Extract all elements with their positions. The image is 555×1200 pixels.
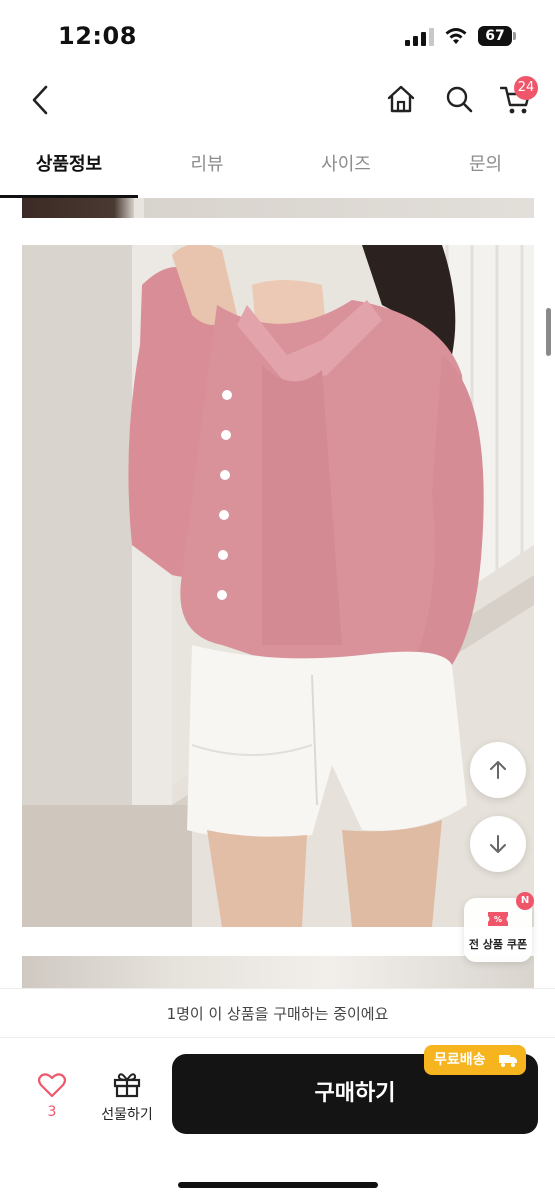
tab-product-info[interactable]: 상품정보 bbox=[0, 140, 138, 198]
gift-label: 선물하기 bbox=[101, 1107, 153, 1123]
scrollbar[interactable] bbox=[546, 308, 551, 356]
top-header bbox=[0, 72, 555, 132]
truck-icon bbox=[499, 1055, 517, 1067]
heart-icon bbox=[38, 1073, 66, 1098]
coupon-icon: % bbox=[488, 912, 508, 926]
buying-now-notice: 1명이 이 상품을 구매하는 중이에요 bbox=[0, 988, 555, 1038]
wifi-icon bbox=[445, 28, 467, 44]
chevron-left-icon bbox=[32, 85, 48, 115]
search-button[interactable] bbox=[440, 80, 478, 118]
home-icon bbox=[387, 85, 415, 113]
scroll-up-button[interactable] bbox=[470, 742, 526, 798]
search-icon bbox=[446, 86, 473, 113]
all-products-coupon-button[interactable]: % N 전 상품 쿠폰 bbox=[464, 892, 534, 962]
product-image-previous bbox=[22, 198, 534, 218]
product-photo-illustration bbox=[22, 245, 534, 927]
product-photo bbox=[22, 245, 534, 927]
battery-icon: 67 bbox=[478, 26, 518, 46]
arrow-down-icon bbox=[490, 835, 506, 853]
coupon-label: 전 상품 쿠폰 bbox=[468, 938, 528, 951]
home-indicator bbox=[178, 1182, 378, 1188]
tab-reviews[interactable]: 리뷰 bbox=[138, 140, 276, 198]
scroll-down-button[interactable] bbox=[470, 816, 526, 872]
signal-icon bbox=[405, 28, 434, 46]
free-shipping-badge: 무료배송 bbox=[424, 1045, 526, 1075]
cart-count-badge: 24 bbox=[514, 76, 538, 100]
home-button[interactable] bbox=[382, 80, 420, 118]
svg-text:%: % bbox=[494, 915, 502, 924]
like-button[interactable]: 3 bbox=[28, 1068, 76, 1128]
tab-inquiry[interactable]: 문의 bbox=[416, 140, 555, 198]
free-shipping-label: 무료배송 bbox=[434, 1052, 486, 1068]
product-image-next bbox=[22, 956, 534, 988]
gift-button[interactable]: 선물하기 bbox=[92, 1068, 162, 1128]
product-tabs: 상품정보 리뷰 사이즈 문의 bbox=[0, 140, 555, 198]
arrow-up-icon bbox=[490, 761, 506, 779]
back-button[interactable] bbox=[22, 80, 58, 120]
status-bar: 12:08 67 bbox=[0, 0, 555, 72]
battery-tip bbox=[513, 32, 516, 40]
battery-level: 67 bbox=[478, 26, 512, 46]
like-count: 3 bbox=[47, 1104, 57, 1120]
coupon-new-badge: N bbox=[516, 892, 534, 910]
gift-icon bbox=[113, 1073, 141, 1098]
tab-size[interactable]: 사이즈 bbox=[276, 140, 416, 198]
status-time: 12:08 bbox=[58, 22, 137, 50]
